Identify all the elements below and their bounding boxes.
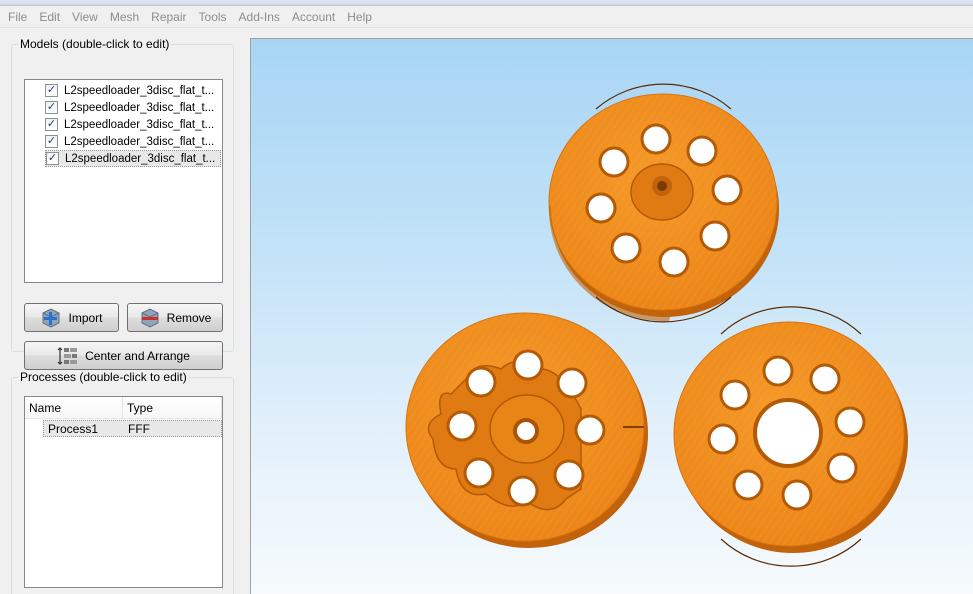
menu-view[interactable]: View bbox=[66, 7, 104, 27]
column-header-type[interactable]: Type bbox=[123, 397, 222, 418]
model-label: L2speedloader_3disc_flat_t... bbox=[64, 135, 215, 148]
model-checkbox[interactable]: ✓ bbox=[45, 135, 58, 148]
3d-viewport[interactable] bbox=[250, 38, 973, 594]
processes-table-header: Name Type bbox=[25, 397, 222, 419]
viewport-canvas[interactable] bbox=[251, 39, 973, 594]
menu-add-ins[interactable]: Add-Ins bbox=[233, 7, 286, 27]
import-button[interactable]: Import bbox=[24, 303, 119, 332]
processes-group: Processes (double-click to edit) Name Ty… bbox=[11, 370, 234, 594]
import-icon bbox=[40, 307, 62, 329]
menu-bar: File Edit View Mesh Repair Tools Add-Ins… bbox=[0, 6, 973, 28]
left-panel: Models (double-click to edit) ✓ L2speedl… bbox=[0, 28, 248, 594]
model-item[interactable]: ✓ L2speedloader_3disc_flat_t... bbox=[45, 82, 221, 99]
processes-group-title: Processes (double-click to edit) bbox=[18, 370, 189, 384]
process-name: Process1 bbox=[48, 422, 99, 436]
import-button-label: Import bbox=[68, 310, 103, 325]
process-type: FFF bbox=[128, 422, 150, 436]
model-item[interactable]: ✓ L2speedloader_3disc_flat_t... bbox=[45, 99, 221, 116]
remove-icon bbox=[139, 307, 161, 329]
models-list[interactable]: ✓ L2speedloader_3disc_flat_t... ✓ L2spee… bbox=[24, 79, 223, 283]
menu-file[interactable]: File bbox=[2, 7, 33, 27]
table-row[interactable]: Process1 FFF bbox=[43, 420, 222, 437]
arrange-icon bbox=[57, 345, 79, 367]
model-label: L2speedloader_3disc_flat_t... bbox=[64, 118, 215, 131]
column-header-name[interactable]: Name bbox=[25, 397, 123, 418]
remove-button-label: Remove bbox=[166, 310, 212, 325]
model-item[interactable]: ✓ L2speedloader_3disc_flat_t... bbox=[45, 116, 221, 133]
models-group: Models (double-click to edit) ✓ L2speedl… bbox=[11, 37, 234, 370]
model-label: L2speedloader_3disc_flat_t... bbox=[65, 152, 216, 165]
model-checkbox[interactable]: ✓ bbox=[45, 101, 58, 114]
processes-table[interactable]: Name Type Process1 FFF bbox=[24, 396, 223, 588]
model-label: L2speedloader_3disc_flat_t... bbox=[64, 101, 215, 114]
remove-button[interactable]: Remove bbox=[127, 303, 223, 332]
model-item[interactable]: ✓ L2speedloader_3disc_flat_t... bbox=[45, 133, 221, 150]
model-checkbox[interactable]: ✓ bbox=[46, 152, 59, 165]
menu-tools[interactable]: Tools bbox=[193, 7, 233, 27]
menu-help[interactable]: Help bbox=[341, 7, 378, 27]
menu-repair[interactable]: Repair bbox=[145, 7, 192, 27]
menu-mesh[interactable]: Mesh bbox=[104, 7, 145, 27]
menu-account[interactable]: Account bbox=[286, 7, 341, 27]
model-label: L2speedloader_3disc_flat_t... bbox=[64, 84, 215, 97]
model-item-selected[interactable]: ✓ L2speedloader_3disc_flat_t... bbox=[45, 150, 221, 167]
model-checkbox[interactable]: ✓ bbox=[45, 118, 58, 131]
disc-bottom-left[interactable] bbox=[405, 312, 648, 548]
disc-top[interactable] bbox=[548, 83, 779, 323]
center-and-arrange-button[interactable]: Center and Arrange bbox=[24, 341, 223, 370]
models-group-title: Models (double-click to edit) bbox=[18, 37, 172, 51]
disc-bottom-right[interactable] bbox=[673, 306, 908, 567]
menu-edit[interactable]: Edit bbox=[33, 7, 66, 27]
model-checkbox[interactable]: ✓ bbox=[45, 84, 58, 97]
center-and-arrange-label: Center and Arrange bbox=[85, 348, 190, 363]
